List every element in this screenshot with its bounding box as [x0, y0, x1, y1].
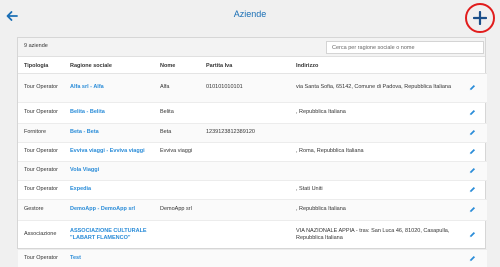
cell-ragione-sociale[interactable]: Belita - Belita	[64, 102, 154, 124]
cell-partita-iva	[200, 142, 290, 162]
company-count: 9 aziende	[24, 43, 48, 49]
cell-tipologia: Tour Operator	[18, 180, 64, 200]
pencil-icon[interactable]	[469, 148, 476, 155]
cell-indirizzo	[290, 123, 458, 143]
cell-partita-iva: 1239123812389120	[200, 123, 290, 143]
table-row[interactable]: Fornitore Beta - Beta Beta 1239123812389120	[18, 123, 487, 143]
column-header-indirizzo[interactable]: Indirizzo	[290, 59, 458, 74]
cell-indirizzo	[290, 161, 458, 181]
companies-table: Tipologia Ragione sociale Nome Partita I…	[18, 59, 487, 267]
page-title: Aziende	[233, 9, 267, 19]
cell-indirizzo: , Stati Uniti	[290, 180, 458, 200]
cell-tipologia: Associazione	[18, 220, 64, 250]
cell-actions	[458, 123, 487, 143]
pencil-icon[interactable]	[469, 84, 476, 91]
cell-partita-iva	[200, 220, 290, 250]
cell-tipologia: Tour Operator	[18, 73, 64, 103]
cell-nome: Beta	[154, 123, 200, 143]
cell-ragione-sociale[interactable]: DemoApp - DemoApp srl	[64, 199, 154, 221]
cell-nome: Belita	[154, 102, 200, 124]
cell-nome: Evviva viaggi	[154, 142, 200, 162]
pencil-icon[interactable]	[469, 206, 476, 213]
table-row[interactable]: Tour Operator Test	[18, 249, 487, 267]
table-header-row: Tipologia Ragione sociale Nome Partita I…	[18, 59, 487, 74]
cell-nome	[154, 249, 200, 267]
panel-toolbar: 9 aziende	[18, 38, 485, 57]
cell-ragione-sociale[interactable]: Alfa srl - Alfa	[64, 73, 154, 103]
table-row[interactable]: Tour Operator Belita - Belita Belita , Repu…	[18, 102, 487, 124]
pencil-icon[interactable]	[469, 129, 476, 136]
table-row[interactable]: Tour Operator Alfa srl - Alfa Alfa 01010101…	[18, 73, 487, 103]
cell-nome	[154, 220, 200, 250]
table-row[interactable]: Tour Operator Expedia , Stati Uniti	[18, 180, 487, 200]
search-input[interactable]	[326, 41, 484, 54]
cell-tipologia: Gestore	[18, 199, 64, 221]
column-header-nome[interactable]: Nome	[154, 59, 200, 74]
companies-panel: 9 aziende Tipologia Ragione sociale Nome…	[17, 37, 487, 267]
column-header-tipologia[interactable]: Tipologia	[18, 59, 64, 74]
cell-indirizzo	[290, 249, 458, 267]
cell-ragione-sociale[interactable]: Beta - Beta	[64, 123, 154, 143]
cell-partita-iva	[200, 102, 290, 124]
cell-nome: Alfa	[154, 73, 200, 103]
cell-tipologia: Tour Operator	[18, 142, 64, 162]
top-bar: Aziende	[0, 0, 500, 33]
cell-nome	[154, 180, 200, 200]
column-header-actions	[458, 59, 487, 74]
table-row[interactable]: Tour Operator Evviva viaggi - Evviva viag…	[18, 142, 487, 162]
cell-indirizzo: , Roma, Repubblica Italiana	[290, 142, 458, 162]
cell-nome: DemoApp srl	[154, 199, 200, 221]
cell-ragione-sociale[interactable]: Test	[64, 249, 154, 267]
cell-actions	[458, 161, 487, 181]
pencil-icon[interactable]	[469, 186, 476, 193]
cell-actions	[458, 199, 487, 221]
cell-indirizzo: VIA NAZIONALE APPIA - trav. San Luca 46,…	[290, 220, 458, 250]
plus-icon[interactable]	[473, 11, 487, 25]
add-button-highlight	[465, 3, 495, 33]
cell-actions	[458, 102, 487, 124]
cell-indirizzo: , Repubblica Italiana	[290, 102, 458, 124]
cell-actions	[458, 73, 487, 103]
cell-actions	[458, 249, 487, 267]
table-row[interactable]: Gestore DemoApp - DemoApp srl DemoApp srl,…	[18, 199, 487, 221]
table-row[interactable]: Associazione ASSOCIAZIONE CULTURALE "LABA…	[18, 220, 487, 250]
cell-tipologia: Tour Operator	[18, 161, 64, 181]
pencil-icon[interactable]	[469, 231, 476, 238]
cell-actions	[458, 220, 487, 250]
pencil-icon[interactable]	[469, 167, 476, 174]
cell-actions	[458, 142, 487, 162]
cell-nome	[154, 161, 200, 181]
column-header-partita-iva[interactable]: Partita Iva	[200, 59, 290, 74]
cell-tipologia: Tour Operator	[18, 249, 64, 267]
cell-ragione-sociale[interactable]: Expedia	[64, 180, 154, 200]
column-header-ragione-sociale[interactable]: Ragione sociale	[64, 59, 154, 74]
cell-indirizzo: via Santa Sofia, 65142, Comune di Padova…	[290, 73, 458, 103]
cell-actions	[458, 180, 487, 200]
cell-tipologia: Fornitore	[18, 123, 64, 143]
cell-indirizzo: , Repubblica Italiana	[290, 199, 458, 221]
cell-ragione-sociale[interactable]: Evviva viaggi - Evviva viaggi	[64, 142, 154, 162]
pencil-icon[interactable]	[469, 255, 476, 262]
cell-ragione-sociale[interactable]: ASSOCIAZIONE CULTURALE "LABART FLAMENCO"	[64, 220, 154, 250]
cell-partita-iva	[200, 249, 290, 267]
pencil-icon[interactable]	[469, 109, 476, 116]
cell-partita-iva	[200, 199, 290, 221]
cell-partita-iva	[200, 161, 290, 181]
cell-tipologia: Tour Operator	[18, 102, 64, 124]
cell-ragione-sociale[interactable]: Vola Viaggi	[64, 161, 154, 181]
cell-partita-iva: 010101010101	[200, 73, 290, 103]
table-row[interactable]: Tour Operator Vola Viaggi	[18, 161, 487, 181]
cell-partita-iva	[200, 180, 290, 200]
